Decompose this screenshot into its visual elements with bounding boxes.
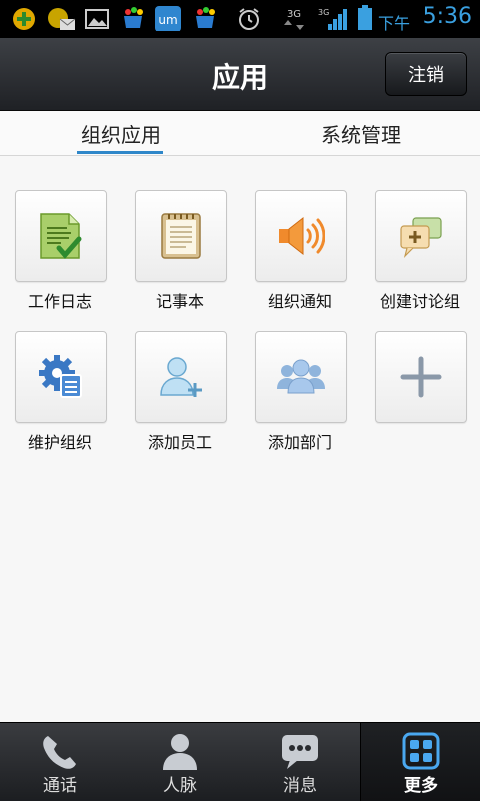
alarm-icon bbox=[239, 8, 259, 30]
gear-list-icon bbox=[39, 355, 82, 398]
notepad-icon bbox=[161, 213, 201, 259]
network-3g-icon: 3G bbox=[284, 9, 304, 30]
nav-label: 人脉 bbox=[163, 776, 197, 796]
app-label: 记事本 bbox=[155, 292, 204, 311]
nav-label: 消息 bbox=[283, 776, 317, 796]
app-label: 添加部门 bbox=[267, 433, 332, 452]
status-ampm: 下午 bbox=[377, 14, 410, 33]
nav-calls[interactable]: 通话 bbox=[0, 723, 120, 801]
app-add-more[interactable] bbox=[375, 331, 467, 423]
nav-label: 更多 bbox=[404, 776, 438, 796]
tab-bar: 组织应用 系统管理 bbox=[0, 111, 480, 156]
app-notification-icon bbox=[13, 8, 35, 30]
nav-label: 通话 bbox=[43, 776, 77, 796]
phone-icon bbox=[43, 736, 76, 769]
app-label: 维护组织 bbox=[27, 433, 92, 452]
chat-add-icon bbox=[400, 217, 442, 258]
app-work-log[interactable] bbox=[15, 190, 107, 282]
app-label: 组织通知 bbox=[267, 292, 332, 311]
tab-org-apps[interactable]: 组织应用 bbox=[60, 111, 182, 155]
title-bar: 应用 注销 bbox=[0, 38, 480, 111]
app-add-employee[interactable] bbox=[135, 331, 227, 423]
logout-button[interactable]: 注销 bbox=[385, 52, 467, 96]
bottom-navigation: 通话 人脉 消息 更多 bbox=[0, 722, 480, 801]
image-notification-icon bbox=[85, 9, 109, 29]
nav-messages[interactable]: 消息 bbox=[240, 723, 360, 801]
app-label: 创建讨论组 bbox=[379, 292, 460, 311]
status-time: 5:36 bbox=[422, 4, 472, 29]
group-icon bbox=[277, 359, 325, 394]
app-label: 添加员工 bbox=[147, 433, 212, 452]
battery-icon bbox=[358, 5, 372, 30]
nav-contacts[interactable]: 人脉 bbox=[120, 723, 240, 801]
um-app-icon: um bbox=[155, 6, 181, 31]
store-notification-icon bbox=[124, 7, 143, 28]
svg-text:um: um bbox=[158, 13, 177, 27]
speaker-icon bbox=[279, 216, 325, 256]
status-bar: um 3G 3G 下午 5:36 bbox=[0, 0, 480, 38]
app-create-discussion[interactable] bbox=[375, 190, 467, 282]
app-org-notice[interactable] bbox=[255, 190, 347, 282]
more-grid-icon bbox=[402, 732, 440, 770]
store-notification-icon-2 bbox=[196, 7, 215, 28]
app-label: 工作日志 bbox=[27, 292, 92, 311]
contacts-icon bbox=[163, 734, 197, 770]
svg-text:3G: 3G bbox=[318, 8, 329, 17]
nav-more[interactable]: 更多 bbox=[360, 723, 480, 801]
svg-text:3G: 3G bbox=[287, 9, 301, 20]
tab-system-management[interactable]: 系统管理 bbox=[300, 111, 422, 155]
app-maintain-org[interactable] bbox=[15, 331, 107, 423]
message-icon bbox=[282, 735, 318, 769]
signal-icon: 3G bbox=[318, 8, 347, 30]
add-user-icon bbox=[160, 357, 202, 397]
app-notepad[interactable] bbox=[135, 190, 227, 282]
mail-notification-icon bbox=[48, 8, 76, 30]
active-tab-indicator bbox=[77, 151, 163, 154]
app-add-department[interactable] bbox=[255, 331, 347, 423]
worklog-icon bbox=[40, 213, 82, 259]
plus-icon bbox=[400, 356, 442, 398]
